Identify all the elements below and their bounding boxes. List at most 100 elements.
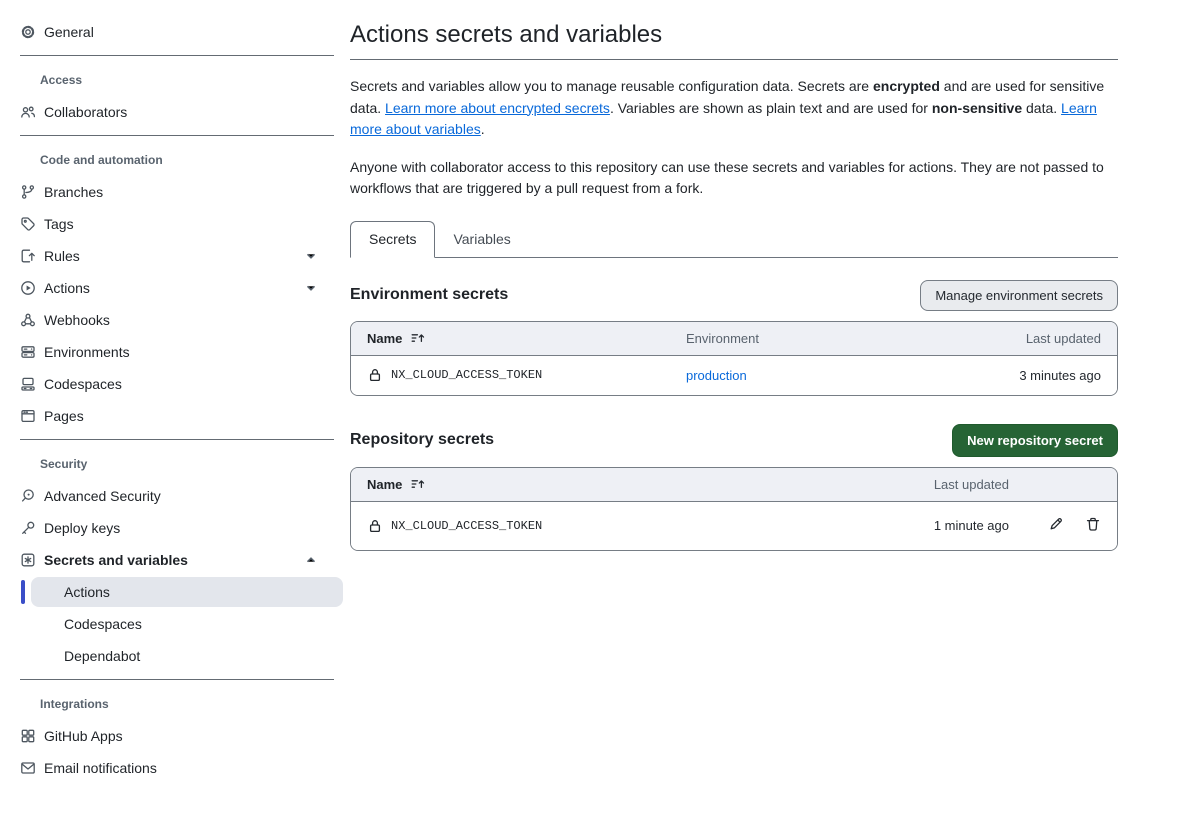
repository-secrets-table: Name Last updated NX_CLOUD_ACCESS_TOKEN … <box>350 467 1118 551</box>
divider <box>20 439 334 440</box>
secrets-variables-tabs: Secrets Variables <box>350 221 1118 258</box>
sidebar-item-label: Pages <box>44 408 84 424</box>
codescan-icon <box>20 488 36 504</box>
codespaces-icon <box>20 376 36 392</box>
encrypted-secrets-link[interactable]: Learn more about encrypted secrets <box>385 100 610 116</box>
sidebar-item-label: Deploy keys <box>44 520 120 536</box>
sidebar-item-environments[interactable]: Environments <box>0 336 350 368</box>
title-divider <box>350 59 1118 60</box>
sidebar-section-code-and-automation: Code and automation <box>40 152 350 168</box>
sidebar-item-label: Actions <box>64 584 110 600</box>
sidebar-item-advanced-security[interactable]: Advanced Security <box>0 480 350 512</box>
chevron-down-icon <box>303 280 319 299</box>
git-branch-icon <box>20 184 36 200</box>
tab-secrets[interactable]: Secrets <box>350 221 435 258</box>
apps-grid-icon <box>20 728 36 744</box>
sidebar-item-pages[interactable]: Pages <box>0 400 350 432</box>
sidebar-item-label: Branches <box>44 184 103 200</box>
text-segment: . Variables are shown as plain text and … <box>610 100 932 116</box>
sidebar-item-general[interactable]: General <box>0 16 350 48</box>
manage-environment-secrets-button[interactable]: Manage environment secrets <box>920 280 1118 311</box>
sidebar-item-label: Codespaces <box>64 616 142 632</box>
sidebar-item-email-notifications[interactable]: Email notifications <box>0 752 350 784</box>
key-icon <box>20 520 36 536</box>
pencil-icon <box>1048 516 1064 532</box>
secret-name: NX_CLOUD_ACCESS_TOKEN <box>391 368 542 382</box>
sidebar-item-actions[interactable]: Actions <box>0 272 350 304</box>
rules-icon <box>20 248 36 264</box>
secret-name: NX_CLOUD_ACCESS_TOKEN <box>391 519 542 533</box>
browser-icon <box>20 408 36 424</box>
sidebar-item-label: Tags <box>44 216 74 232</box>
sidebar-subitem-codespaces[interactable]: Codespaces <box>0 608 350 640</box>
delete-secret-button[interactable] <box>1085 516 1101 535</box>
sidebar-item-webhooks[interactable]: Webhooks <box>0 304 350 336</box>
repository-secrets-section: Repository secrets New repository secret… <box>350 424 1118 551</box>
sidebar-section-access: Access <box>40 72 350 88</box>
main-content: Actions secrets and variables Secrets an… <box>350 0 1118 551</box>
sidebar-item-deploy-keys[interactable]: Deploy keys <box>0 512 350 544</box>
asterisk-box-icon <box>20 552 36 568</box>
column-header-last-updated: Last updated <box>859 477 1009 492</box>
text-segment: . <box>481 121 485 137</box>
last-updated: 3 minutes ago <box>1019 368 1101 383</box>
environment-secrets-section: Environment secrets Manage environment s… <box>350 280 1118 396</box>
new-repository-secret-button[interactable]: New repository secret <box>952 424 1118 457</box>
sidebar-section-integrations: Integrations <box>40 696 350 712</box>
sidebar-item-rules[interactable]: Rules <box>0 240 350 272</box>
table-header-row: Name Last updated <box>351 468 1117 502</box>
table-row: NX_CLOUD_ACCESS_TOKEN 1 minute ago <box>351 502 1117 550</box>
tag-icon <box>20 216 36 232</box>
sidebar-item-label: Webhooks <box>44 312 110 328</box>
sidebar-item-label: Codespaces <box>44 376 122 392</box>
sidebar-item-label: General <box>44 24 94 40</box>
sidebar-section-security: Security <box>40 456 350 472</box>
sidebar-item-label: Actions <box>44 280 90 296</box>
column-header-name[interactable]: Name <box>367 330 686 346</box>
mail-icon <box>20 760 36 776</box>
last-updated: 1 minute ago <box>859 518 1009 533</box>
page-title: Actions secrets and variables <box>350 20 1118 50</box>
sidebar-item-secrets-and-variables[interactable]: Secrets and variables <box>0 544 350 576</box>
edit-secret-button[interactable] <box>1048 516 1064 535</box>
lock-icon <box>367 367 383 383</box>
column-label: Name <box>367 477 402 492</box>
text-segment: data. <box>1022 100 1061 116</box>
people-icon <box>20 104 36 120</box>
play-circle-icon <box>20 280 36 296</box>
sort-ascending-icon <box>410 330 426 346</box>
table-header-row: Name Environment Last updated <box>351 322 1117 356</box>
server-icon <box>20 344 36 360</box>
chevron-up-icon <box>303 552 319 571</box>
chevron-down-icon <box>303 248 319 267</box>
collaborator-note: Anyone with collaborator access to this … <box>350 157 1118 200</box>
lock-icon <box>367 518 383 534</box>
divider <box>20 55 334 56</box>
text-segment-bold: non-sensitive <box>932 100 1022 116</box>
trash-icon <box>1085 516 1101 532</box>
repository-secrets-heading: Repository secrets <box>350 431 494 449</box>
tab-variables[interactable]: Variables <box>435 221 528 257</box>
gear-icon <box>20 24 36 40</box>
column-header-environment: Environment <box>686 331 1026 346</box>
sidebar-subitem-dependabot[interactable]: Dependabot <box>0 640 350 672</box>
sidebar-item-tags[interactable]: Tags <box>0 208 350 240</box>
sidebar-item-label: GitHub Apps <box>44 728 123 744</box>
sidebar-subitem-actions[interactable]: Actions <box>31 577 343 607</box>
sidebar-item-github-apps[interactable]: GitHub Apps <box>0 720 350 752</box>
sidebar-item-label: Advanced Security <box>44 488 161 504</box>
sidebar-item-collaborators[interactable]: Collaborators <box>0 96 350 128</box>
table-row: NX_CLOUD_ACCESS_TOKEN production 3 minut… <box>351 356 1117 395</box>
environment-secrets-heading: Environment secrets <box>350 286 508 304</box>
sidebar-item-label: Collaborators <box>44 104 127 120</box>
divider <box>20 135 334 136</box>
settings-sidebar: General Access Collaborators Code and au… <box>0 0 350 784</box>
sidebar-item-codespaces[interactable]: Codespaces <box>0 368 350 400</box>
sidebar-item-label: Rules <box>44 248 80 264</box>
column-header-last-updated: Last updated <box>1026 331 1101 346</box>
sidebar-item-branches[interactable]: Branches <box>0 176 350 208</box>
environment-link[interactable]: production <box>686 368 747 383</box>
column-header-name[interactable]: Name <box>367 476 859 492</box>
sidebar-item-label: Environments <box>44 344 130 360</box>
sidebar-item-label: Dependabot <box>64 648 140 664</box>
